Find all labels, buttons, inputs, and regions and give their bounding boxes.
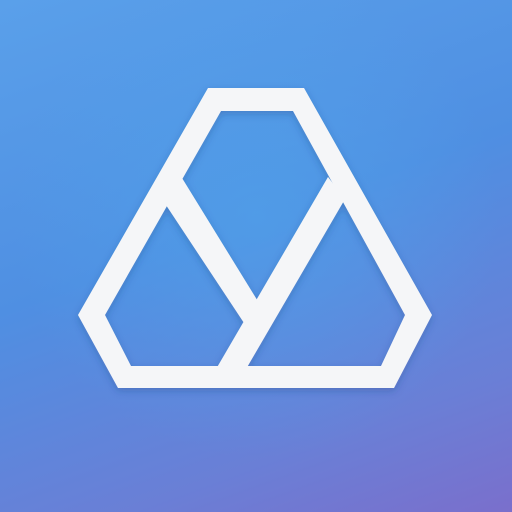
- logo-glyph: [78, 88, 432, 388]
- logo-inner-diagonal-left: [162, 178, 259, 326]
- app-icon[interactable]: [0, 0, 512, 512]
- hexagon-triangle-logo-icon: [78, 88, 432, 388]
